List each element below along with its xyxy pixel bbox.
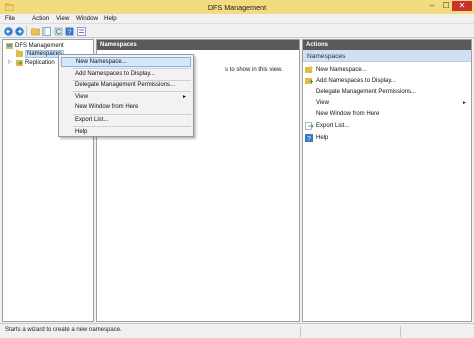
replication-icon [16, 60, 23, 66]
ctx-export-list[interactable]: Export List... [61, 115, 191, 125]
actions-pane: Actions Namespaces New Namespace... Add … [302, 39, 472, 322]
ctx-help[interactable]: Help [61, 127, 191, 137]
tree-root-label: DFS Management [15, 42, 64, 49]
export-list-icon [305, 122, 313, 130]
menu-window[interactable]: Window [76, 15, 98, 23]
action-label: Help [316, 135, 329, 141]
action-new-namespace[interactable]: New Namespace... [305, 65, 471, 75]
ctx-view-label: View [75, 94, 88, 100]
menu-action[interactable]: Action [32, 15, 49, 23]
action-delegate-permissions[interactable]: Delegate Management Permissions... [305, 87, 471, 97]
refresh-icon[interactable] [53, 26, 63, 36]
submenu-arrow-icon: ► [182, 94, 187, 100]
action-label: Delegate Management Permissions... [316, 89, 417, 95]
title-bar[interactable]: DFS Management – ☐ ✕ [0, 0, 474, 14]
action-add-namespaces[interactable]: Add Namespaces to Display... [305, 76, 471, 86]
properties-icon[interactable] [76, 26, 86, 36]
actions-pane-header: Actions [303, 40, 471, 50]
ctx-new-namespace[interactable]: New Namespace... [61, 57, 191, 67]
help-icon: ? [305, 134, 313, 142]
submenu-arrow-icon: ► [462, 100, 467, 106]
status-divider [300, 326, 301, 337]
action-label: New Window from Here [316, 111, 380, 117]
action-view[interactable]: View ► [305, 98, 471, 108]
svg-text:?: ? [67, 29, 71, 36]
action-new-window[interactable]: New Window from Here [305, 109, 471, 119]
ctx-add-namespaces[interactable]: Add Namespaces to Display... [61, 69, 191, 79]
show-hide-tree-icon[interactable] [41, 26, 51, 36]
context-menu: New Namespace... Add Namespaces to Displ… [58, 54, 194, 137]
action-label: Add Namespaces to Display... [316, 78, 396, 84]
menu-help[interactable]: Help [104, 15, 117, 23]
new-namespace-icon [305, 66, 313, 74]
menu-bar: File Action View Window Help [0, 14, 474, 24]
status-text: Starts a wizard to create a new namespac… [5, 327, 122, 333]
dfs-management-window: DFS Management – ☐ ✕ File Action View Wi… [0, 0, 474, 338]
results-pane-header: Namespaces [97, 40, 299, 50]
action-label: Export List... [316, 123, 350, 129]
back-arrow-icon[interactable] [3, 26, 13, 36]
ctx-view[interactable]: View ► [61, 92, 191, 102]
folder-up-icon[interactable] [30, 26, 40, 36]
close-button[interactable]: ✕ [452, 1, 472, 11]
ctx-new-window[interactable]: New Window from Here [61, 102, 191, 112]
toolbar: ? [0, 24, 474, 38]
window-title: DFS Management [207, 3, 267, 12]
status-bar: Starts a wizard to create a new namespac… [0, 323, 474, 338]
tree-item-label: Replication [25, 59, 55, 66]
menu-view[interactable]: View [56, 15, 69, 23]
ctx-delegate-permissions[interactable]: Delegate Management Permissions... [61, 80, 191, 90]
add-namespaces-icon [305, 77, 313, 85]
forward-arrow-icon[interactable] [14, 26, 24, 36]
action-help[interactable]: ? Help [305, 133, 471, 143]
namespaces-icon [16, 50, 23, 57]
expand-arrow-icon[interactable]: ▷ [8, 59, 12, 65]
action-export-list[interactable]: Export List... [305, 121, 471, 131]
svg-text:?: ? [307, 136, 311, 143]
toolbar-separator [26, 26, 27, 36]
maximize-button[interactable]: ☐ [440, 1, 452, 11]
tree-item-replication[interactable]: Replication [16, 58, 55, 67]
minimize-button[interactable]: – [425, 1, 439, 11]
empty-view-message: s to show in this view. [225, 67, 283, 73]
tree-item-namespaces[interactable]: Namespaces [16, 49, 65, 58]
action-label: New Namespace... [316, 67, 367, 73]
action-label: View [316, 100, 329, 106]
help-icon[interactable]: ? [64, 26, 74, 36]
status-divider [400, 326, 401, 337]
menu-file[interactable]: File [5, 15, 15, 23]
dfs-management-icon [6, 43, 13, 49]
actions-section-namespaces[interactable]: Namespaces [303, 50, 471, 62]
